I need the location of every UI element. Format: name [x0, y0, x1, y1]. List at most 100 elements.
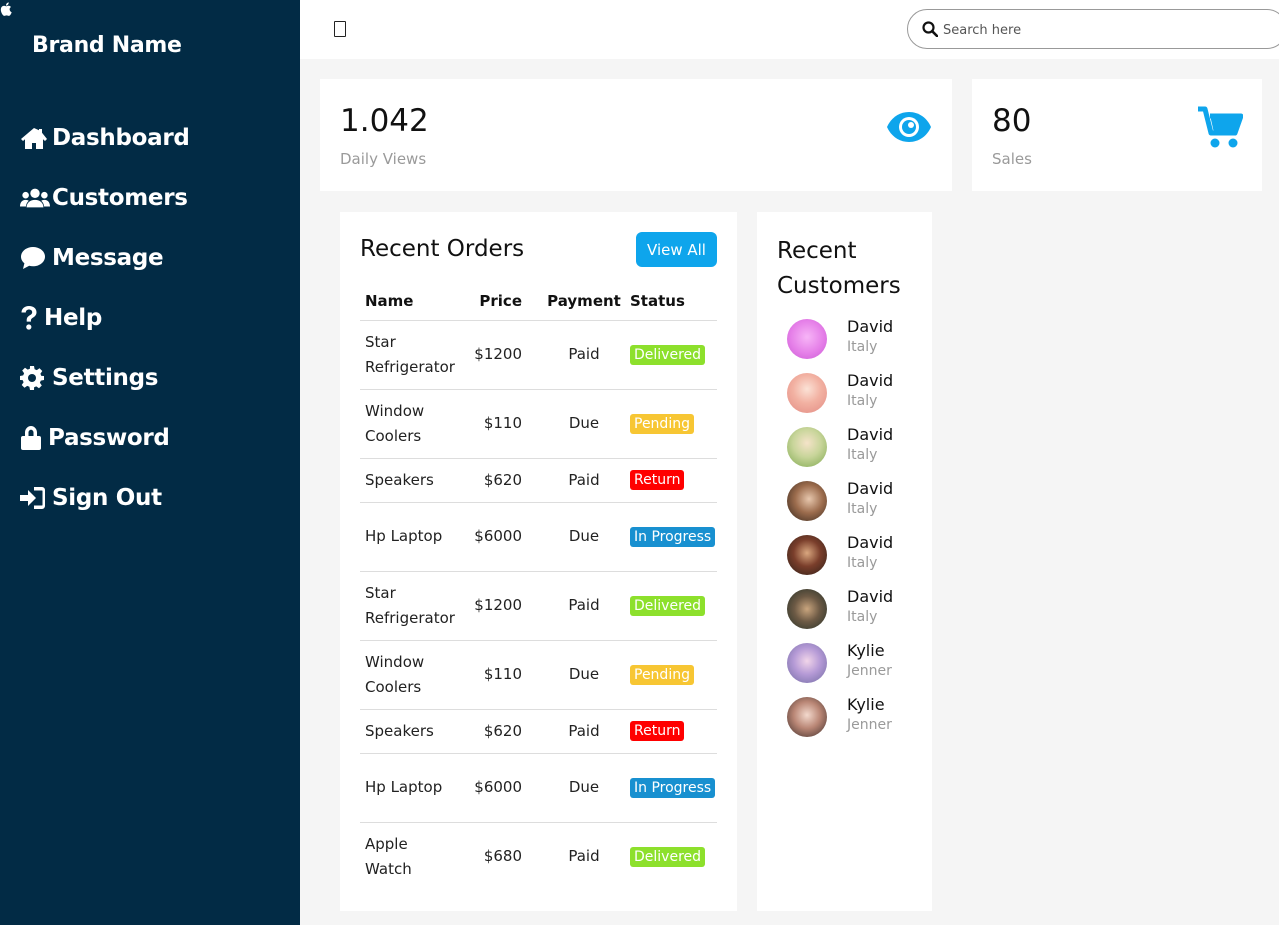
- sidebar: Brand Name Dashboard Customers Message H…: [0, 0, 300, 925]
- customer-country: Italy: [847, 555, 878, 571]
- search-icon: [922, 21, 938, 37]
- order-name: Hp Laptop: [360, 502, 457, 572]
- table-row[interactable]: Window Coolers $110 Due Pending: [360, 389, 717, 459]
- sidebar-item-label: Password: [48, 425, 170, 451]
- status-badge: Return: [630, 470, 685, 490]
- table-row[interactable]: Speakers $620 Paid Return: [360, 458, 717, 503]
- order-price: $6000: [457, 502, 538, 572]
- avatar: [787, 319, 827, 359]
- search-box[interactable]: [907, 9, 1279, 49]
- order-price: $6000: [457, 753, 538, 823]
- avatar: [787, 481, 827, 521]
- customer-name: David: [847, 371, 894, 390]
- customer-country: Jenner: [847, 717, 892, 733]
- sidebar-item-message[interactable]: Message: [20, 228, 190, 288]
- customer-name: Kylie: [847, 695, 885, 714]
- recent-customers-title: Recent Customers: [777, 238, 901, 299]
- order-price: $1200: [457, 571, 538, 641]
- status-badge: Return: [630, 721, 685, 741]
- sidebar-item-sign-out[interactable]: Sign Out: [20, 468, 190, 528]
- order-payment: Due: [538, 389, 625, 459]
- customer-country: Italy: [847, 447, 878, 463]
- sidebar-item-dashboard[interactable]: Dashboard: [20, 108, 190, 168]
- order-price: $110: [457, 389, 538, 459]
- customer-country: Italy: [847, 609, 878, 625]
- sidebar-item-password[interactable]: Password: [20, 408, 190, 468]
- sidebar-item-label: Customers: [52, 185, 188, 211]
- order-price: $1200: [457, 320, 538, 390]
- apple-logo-icon: [0, 2, 12, 16]
- customer-name: Kylie: [847, 641, 885, 660]
- column-header-name: Name: [360, 282, 457, 321]
- customer-country: Jenner: [847, 663, 892, 679]
- avatar: [787, 589, 827, 629]
- recent-orders-panel: Recent Orders View All Name Price Paymen…: [340, 212, 737, 911]
- sidebar-item-label: Message: [52, 245, 164, 271]
- eye-icon: [887, 112, 931, 142]
- list-item[interactable]: David Italy: [787, 587, 927, 641]
- order-name: Speakers: [360, 458, 457, 503]
- column-header-payment: Payment: [538, 282, 625, 321]
- order-payment: Paid: [568, 847, 600, 866]
- topbar: [300, 0, 1279, 59]
- order-name: Star Refrigerator: [360, 320, 457, 390]
- recent-orders-title: Recent Orders: [360, 236, 525, 262]
- table-row[interactable]: Star Refrigerator $1200 Paid Delivered: [360, 320, 717, 390]
- status-badge: Delivered: [630, 595, 706, 616]
- order-payment: Paid: [538, 709, 625, 754]
- table-row[interactable]: Apple Watch $680 Paid Delivered: [360, 822, 717, 891]
- gear-icon: [20, 365, 50, 391]
- table-row[interactable]: Star Refrigerator $1200 Paid Delivered: [360, 571, 717, 641]
- table-row[interactable]: Window Coolers $110 Due Pending: [360, 640, 717, 710]
- card-label: Sales: [992, 150, 1032, 168]
- list-item[interactable]: David Italy: [787, 479, 927, 533]
- question-icon: [20, 305, 42, 331]
- brand-name[interactable]: Brand Name: [32, 33, 182, 58]
- list-item[interactable]: David Italy: [787, 317, 927, 371]
- sidebar-item-help[interactable]: Help: [20, 288, 190, 348]
- users-icon: [20, 185, 50, 211]
- list-item[interactable]: Kylie Jenner: [787, 695, 927, 749]
- order-name: Star Refrigerator: [360, 571, 457, 641]
- order-name: Window Coolers: [360, 640, 457, 710]
- status-badge: Pending: [630, 413, 694, 434]
- list-item[interactable]: David Italy: [787, 425, 927, 479]
- status-badge: Delivered: [630, 846, 706, 867]
- avatar: [787, 643, 827, 683]
- customer-list: David Italy David Italy David Italy Davi…: [787, 317, 927, 749]
- avatar: [787, 427, 827, 467]
- order-payment: Due: [538, 753, 625, 823]
- card-label: Daily Views: [340, 150, 427, 168]
- customer-country: Italy: [847, 393, 878, 409]
- chat-icon: [20, 245, 50, 271]
- customer-name: David: [847, 479, 894, 498]
- card-number: 80: [992, 103, 1032, 139]
- order-payment: Paid: [538, 571, 625, 641]
- status-badge: Pending: [630, 664, 694, 685]
- order-name: Window Coolers: [360, 389, 457, 459]
- list-item[interactable]: Kylie Jenner: [787, 641, 927, 695]
- avatar: [787, 535, 827, 575]
- card-number: 1.042: [340, 103, 429, 139]
- customer-country: Italy: [847, 501, 878, 517]
- table-row[interactable]: Hp Laptop $6000 Due In Progress: [360, 753, 717, 823]
- sidebar-item-label: Settings: [52, 365, 159, 391]
- daily-views-card: 1.042 Daily Views: [320, 79, 952, 191]
- customer-name: David: [847, 317, 894, 336]
- search-input[interactable]: [943, 18, 1263, 42]
- list-item[interactable]: David Italy: [787, 371, 927, 425]
- table-row[interactable]: Hp Laptop $6000 Due In Progress: [360, 502, 717, 572]
- menu-toggle-icon[interactable]: [334, 21, 346, 37]
- sidebar-item-settings[interactable]: Settings: [20, 348, 190, 408]
- sidebar-item-customers[interactable]: Customers: [20, 168, 190, 228]
- sidebar-item-label: Help: [44, 305, 102, 331]
- order-payment: Due: [538, 502, 625, 572]
- order-price: $110: [457, 640, 538, 710]
- list-item[interactable]: David Italy: [787, 533, 927, 587]
- avatar: [787, 373, 827, 413]
- lock-icon: [20, 425, 46, 451]
- status-badge: In Progress: [630, 526, 716, 547]
- table-row[interactable]: Speakers $620 Paid Return: [360, 709, 717, 754]
- view-all-button[interactable]: View All: [636, 232, 717, 267]
- order-payment: Paid: [538, 458, 625, 503]
